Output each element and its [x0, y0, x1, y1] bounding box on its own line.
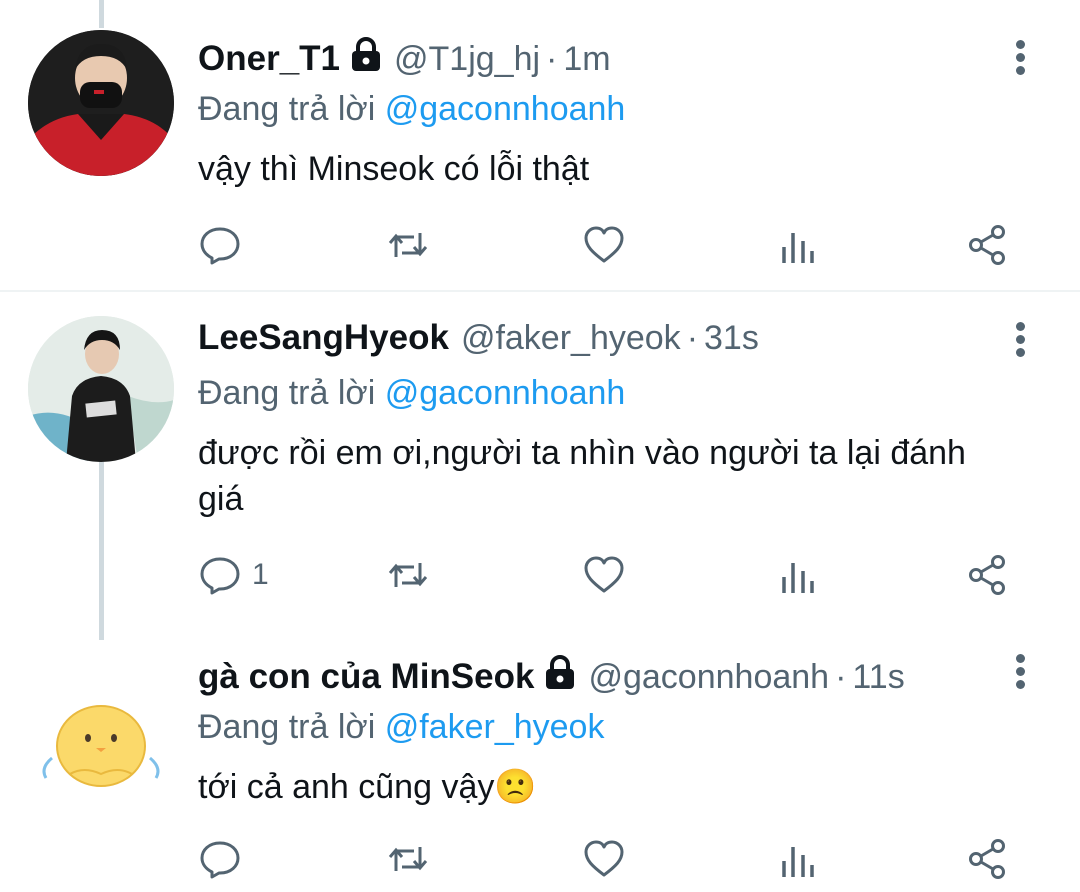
share-button[interactable]	[966, 220, 1010, 270]
like-button[interactable]	[582, 220, 626, 270]
reply-button[interactable]: 1	[198, 550, 269, 600]
like-icon	[584, 226, 624, 263]
reply-prefix: Đang trả lời	[198, 374, 376, 412]
retweet-icon	[388, 847, 428, 871]
reply-prefix: Đang trả lời	[198, 90, 376, 128]
retweet-button[interactable]	[386, 550, 430, 600]
retweet-icon	[388, 233, 428, 257]
retweet-button[interactable]	[386, 220, 430, 270]
display-name[interactable]: Oner_T1	[198, 39, 340, 79]
tweet-text: vậy thì Minseok có lỗi thật	[198, 150, 590, 188]
display-name[interactable]: LeeSangHyeok	[198, 318, 449, 358]
more-icon[interactable]	[1010, 654, 1030, 694]
tweet-2[interactable]: LeeSangHyeok @faker_hyeok · 31s Đang trả…	[0, 292, 1080, 642]
reply-button[interactable]	[198, 220, 252, 270]
avatar[interactable]	[28, 662, 174, 808]
share-button[interactable]	[966, 550, 1010, 600]
separator-dot: ·	[835, 658, 847, 696]
tweet-3[interactable]: gà con của MinSeok @gaconnhoanh · 11s Đa…	[0, 642, 1080, 892]
like-button[interactable]	[582, 834, 626, 884]
analytics-icon	[782, 563, 814, 593]
lock-icon	[544, 655, 576, 691]
analytics-button[interactable]	[776, 834, 820, 884]
share-icon	[969, 225, 1005, 265]
like-icon	[584, 840, 624, 877]
timestamp[interactable]: 1m	[563, 40, 610, 79]
reply-mention-link[interactable]: @faker_hyeok	[385, 708, 605, 746]
replying-to: Đang trả lời @gaconnhoanh	[198, 86, 1010, 132]
timestamp[interactable]: 31s	[704, 319, 759, 358]
lock-icon	[350, 37, 382, 73]
share-icon	[969, 839, 1005, 879]
share-button[interactable]	[966, 834, 1010, 884]
analytics-icon	[782, 847, 814, 877]
analytics-button[interactable]	[776, 220, 820, 270]
reply-button[interactable]	[198, 834, 252, 884]
reply-prefix: Đang trả lời	[198, 708, 376, 746]
separator-dot: ·	[686, 319, 699, 357]
display-name[interactable]: gà con của MinSeok	[198, 657, 534, 697]
reply-icon	[200, 841, 240, 879]
timestamp[interactable]: 11s	[852, 658, 904, 697]
handle[interactable]: @T1jg_hj	[394, 40, 540, 79]
tweet-1[interactable]: Oner_T1 @T1jg_hj · 1m Đang trả lời @gaco…	[0, 0, 1080, 290]
analytics-icon	[782, 233, 814, 263]
replying-to: Đang trả lời @faker_hyeok	[198, 704, 1010, 750]
separator-dot: ·	[546, 40, 558, 78]
handle[interactable]: @gaconnhoanh	[588, 658, 829, 697]
like-icon	[584, 556, 624, 593]
tweet-text: tới cả anh cũng vậy🙁	[198, 768, 537, 806]
replying-to: Đang trả lời @gaconnhoanh	[198, 370, 1010, 416]
avatar[interactable]	[28, 30, 174, 176]
reply-mention-link[interactable]: @gaconnhoanh	[385, 374, 626, 412]
share-icon	[969, 555, 1005, 595]
analytics-button[interactable]	[776, 550, 820, 600]
handle[interactable]: @faker_hyeok	[461, 319, 681, 358]
tweet-text: được rồi em ơi,người ta nhìn vào người t…	[198, 434, 966, 518]
reply-icon	[200, 227, 240, 265]
reply-icon	[200, 557, 240, 595]
retweet-button[interactable]	[386, 834, 430, 884]
like-button[interactable]	[582, 550, 626, 600]
avatar[interactable]	[28, 316, 174, 462]
more-icon[interactable]	[1010, 40, 1030, 80]
reply-count: 1	[252, 558, 269, 591]
reply-mention-link[interactable]: @gaconnhoanh	[385, 90, 626, 128]
retweet-icon	[388, 563, 428, 587]
more-icon[interactable]	[1010, 322, 1030, 362]
